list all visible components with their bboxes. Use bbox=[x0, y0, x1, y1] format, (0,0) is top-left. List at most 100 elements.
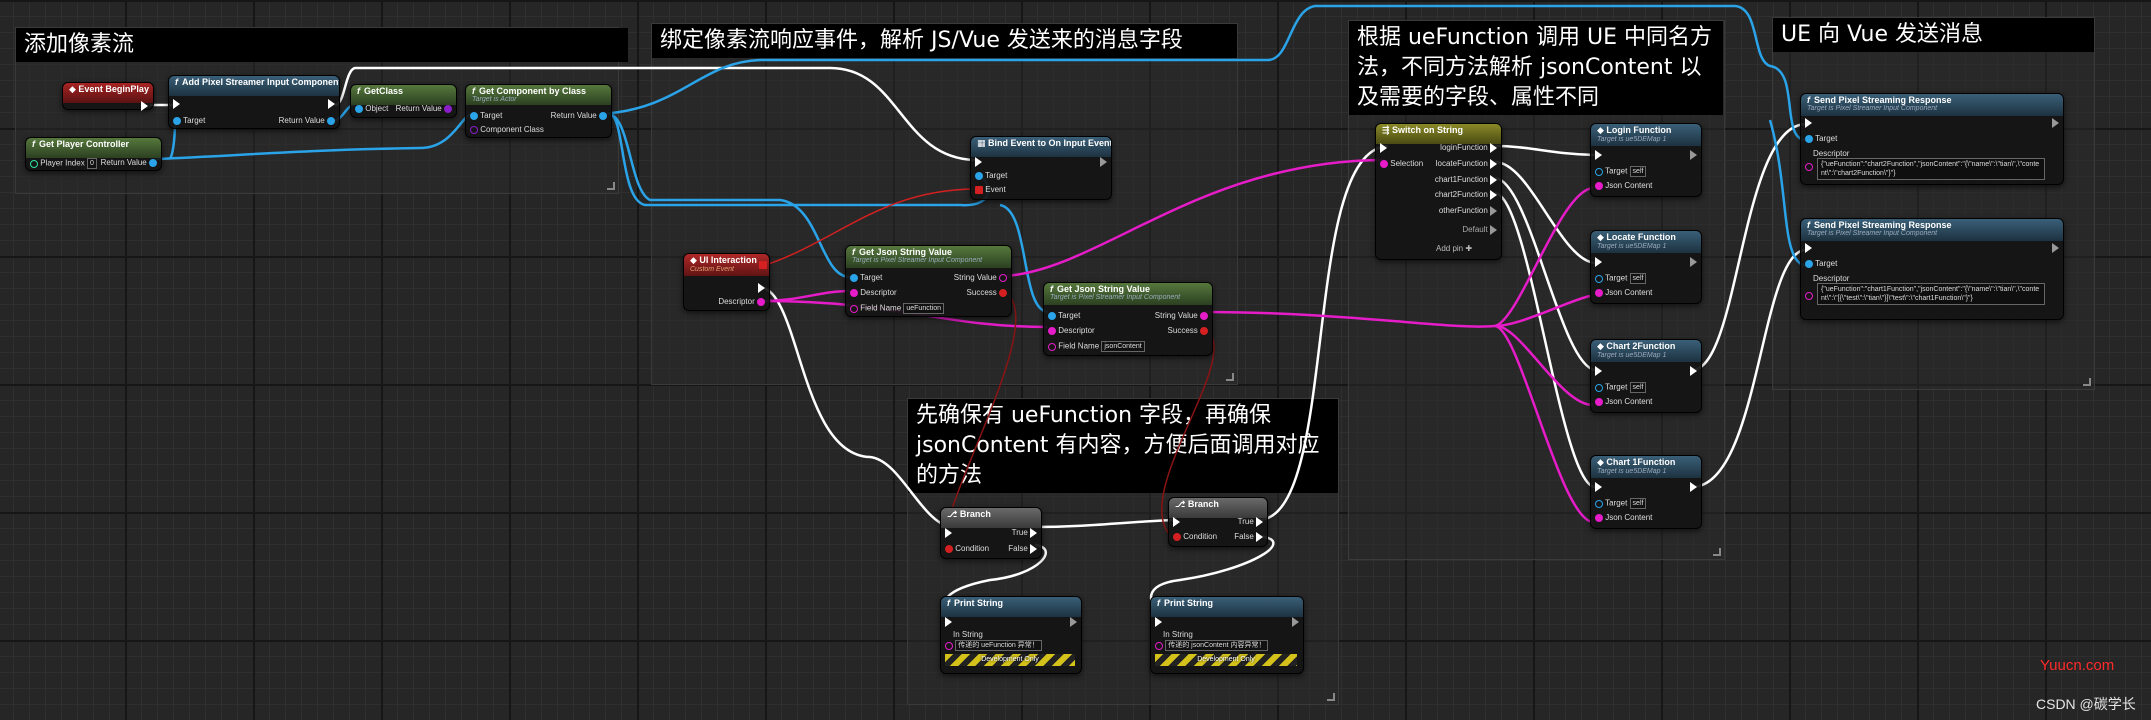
node-bind-event[interactable]: ▦ Bind Event to On Input Event Target Ev… bbox=[970, 136, 1112, 200]
selection-pin[interactable]: Selection bbox=[1380, 159, 1423, 169]
descriptor-pin[interactable] bbox=[1805, 162, 1813, 172]
other-function-pin[interactable]: otherFunction bbox=[1439, 206, 1497, 216]
node-login-function[interactable]: ◆ Login Function Target is ue5DEMap 1 Tar… bbox=[1590, 123, 1702, 197]
delegate-pin[interactable] bbox=[759, 260, 767, 270]
descriptor-pin[interactable]: Descriptor bbox=[850, 288, 897, 298]
object-pin[interactable]: Object bbox=[355, 104, 388, 114]
field-name-input[interactable]: jsonContent bbox=[1101, 341, 1145, 352]
exec-in-pin[interactable] bbox=[1805, 118, 1812, 128]
node-send-response-chart1[interactable]: f Send Pixel Streaming Response Target is … bbox=[1800, 218, 2064, 320]
false-pin[interactable]: False bbox=[1234, 532, 1263, 542]
node-get-component-by-class[interactable]: f Get Component by Class Target is Actor T… bbox=[465, 84, 612, 138]
target-pin[interactable]: Target bbox=[470, 111, 502, 121]
success-pin[interactable]: Success bbox=[1168, 326, 1208, 336]
exec-in-pin[interactable] bbox=[1595, 366, 1602, 376]
return-value-pin[interactable]: Return Value bbox=[101, 158, 157, 168]
node-chart1-function[interactable]: ◆ Chart 1Function Target is ue5DEMap 1 Ta… bbox=[1590, 455, 1702, 529]
node-locate-function[interactable]: ◆ Locate Function Target is ue5DEMap 1 Ta… bbox=[1590, 230, 1702, 304]
in-string-input[interactable]: 传递的 jsonContent 内容异常！ bbox=[1165, 640, 1269, 651]
target-pin[interactable]: Target self bbox=[1595, 498, 1647, 509]
exec-out-pin[interactable] bbox=[1690, 257, 1697, 267]
add-pin-button[interactable]: Add pin ✚ bbox=[1436, 244, 1472, 254]
in-string-pin[interactable]: 传递的 jsonContent 内容异常！ bbox=[1155, 640, 1269, 651]
exec-in-pin[interactable] bbox=[945, 528, 952, 538]
target-pin[interactable]: Target bbox=[1048, 311, 1080, 321]
exec-out-pin[interactable] bbox=[1292, 617, 1299, 627]
player-index-input[interactable]: 0 bbox=[86, 158, 97, 169]
node-get-player-controller[interactable]: f Get Player Controller Player Index 0 Re… bbox=[25, 137, 162, 171]
target-pin[interactable]: Target self bbox=[1595, 382, 1647, 393]
node-send-response-chart2[interactable]: f Send Pixel Streaming Response Target is … bbox=[1800, 93, 2064, 185]
false-pin[interactable]: False bbox=[1008, 544, 1037, 554]
node-get-json-jsoncontent[interactable]: f Get Json String Value Target is Pixel St… bbox=[1043, 282, 1213, 356]
return-value-pin[interactable]: Return Value bbox=[551, 111, 607, 121]
target-pin[interactable]: Target bbox=[1805, 134, 1837, 144]
condition-pin[interactable]: Condition bbox=[945, 544, 989, 554]
event-pin[interactable]: Event bbox=[975, 185, 1006, 195]
true-pin[interactable]: True bbox=[1012, 528, 1037, 538]
login-function-pin[interactable]: loginFunction bbox=[1440, 143, 1497, 153]
descriptor-input[interactable]: {"ueFunction":"chart2Function","jsonCont… bbox=[1817, 158, 2045, 180]
target-pin[interactable]: Target self bbox=[1595, 166, 1647, 177]
target-pin[interactable]: Target bbox=[850, 273, 882, 283]
node-print-string-2[interactable]: f Print String In String 传递的 jsonContent … bbox=[1150, 596, 1304, 674]
field-name-pin[interactable]: Field Name jsonContent bbox=[1048, 341, 1145, 352]
node-get-json-ufunction[interactable]: f Get Json String Value Target is Pixel St… bbox=[845, 245, 1012, 317]
exec-out-pin[interactable] bbox=[1690, 482, 1697, 492]
exec-out-pin[interactable] bbox=[1070, 617, 1077, 627]
true-pin[interactable]: True bbox=[1238, 517, 1263, 527]
target-pin[interactable]: Target bbox=[173, 116, 205, 126]
exec-in-pin[interactable] bbox=[1380, 143, 1387, 153]
exec-in-pin[interactable] bbox=[1155, 617, 1162, 627]
exec-in-pin[interactable] bbox=[173, 99, 180, 109]
json-content-pin[interactable]: Json Content bbox=[1595, 513, 1652, 523]
target-pin[interactable]: Target bbox=[975, 171, 1007, 181]
component-class-pin[interactable]: Component Class bbox=[470, 125, 544, 135]
node-branch-jsoncontent[interactable]: ⎇ Branch True Condition False bbox=[1168, 497, 1268, 547]
exec-out-pin[interactable] bbox=[758, 283, 765, 293]
string-value-pin[interactable]: String Value bbox=[954, 273, 1007, 283]
exec-out-pin[interactable] bbox=[1690, 366, 1697, 376]
exec-in-pin[interactable] bbox=[975, 157, 982, 167]
node-event-beginplay[interactable]: ◆ Event BeginPlay bbox=[62, 82, 154, 111]
target-pin[interactable]: Target self bbox=[1595, 273, 1647, 284]
json-content-pin[interactable]: Json Content bbox=[1595, 181, 1652, 191]
default-pin[interactable]: Default bbox=[1462, 225, 1497, 235]
descriptor-pin[interactable]: Descriptor bbox=[1048, 326, 1095, 336]
locate-function-pin[interactable]: locateFunction bbox=[1436, 159, 1497, 169]
node-add-pixel-streamer-input[interactable]: f Add Pixel Streamer Input Component Targ… bbox=[168, 75, 340, 129]
descriptor-input[interactable]: {"ueFunction":"chart1Function","jsonCont… bbox=[1817, 283, 2045, 305]
node-getclass[interactable]: f GetClass Object Return Value bbox=[350, 84, 457, 118]
in-string-pin[interactable]: 传递的 ueFunction 异常！ bbox=[945, 640, 1042, 651]
json-content-pin[interactable]: Json Content bbox=[1595, 288, 1652, 298]
node-chart2-function[interactable]: ◆ Chart 2Function Target is ue5DEMap 1 Ta… bbox=[1590, 339, 1702, 413]
exec-in-pin[interactable] bbox=[1805, 243, 1812, 253]
chart2-function-pin[interactable]: chart2Function bbox=[1435, 190, 1497, 200]
descriptor-pin[interactable] bbox=[1805, 291, 1813, 301]
player-index-pin[interactable]: Player Index 0 bbox=[30, 158, 97, 169]
return-value-pin[interactable]: Return Value bbox=[279, 116, 335, 126]
exec-out-pin[interactable] bbox=[1690, 150, 1697, 160]
exec-out-pin[interactable] bbox=[328, 99, 335, 109]
node-ui-interaction[interactable]: ◆ UI Interaction Custom Event Descriptor bbox=[683, 253, 770, 311]
field-name-pin[interactable]: Field Name ueFunction bbox=[850, 303, 945, 314]
exec-out-pin[interactable] bbox=[2052, 118, 2059, 128]
exec-in-pin[interactable] bbox=[1595, 150, 1602, 160]
target-pin[interactable]: Target bbox=[1805, 259, 1837, 269]
exec-in-pin[interactable] bbox=[1595, 482, 1602, 492]
condition-pin[interactable]: Condition bbox=[1173, 532, 1217, 542]
chart1-function-pin[interactable]: chart1Function bbox=[1435, 175, 1497, 185]
field-name-input[interactable]: ueFunction bbox=[903, 303, 945, 314]
in-string-input[interactable]: 传递的 ueFunction 异常！ bbox=[955, 640, 1042, 651]
node-print-string-1[interactable]: f Print String In String 传递的 ueFunction 异… bbox=[940, 596, 1082, 674]
node-branch-ufunction[interactable]: ⎇ Branch True Condition False bbox=[940, 507, 1042, 559]
descriptor-pin[interactable]: Descriptor bbox=[718, 297, 765, 307]
json-content-pin[interactable]: Json Content bbox=[1595, 397, 1652, 407]
exec-in-pin[interactable] bbox=[1173, 517, 1180, 527]
node-switch-on-string[interactable]: ⇶ Switch on String loginFunction Selecti… bbox=[1375, 123, 1502, 260]
return-value-pin[interactable]: Return Value bbox=[396, 104, 452, 114]
exec-out-pin[interactable] bbox=[141, 101, 148, 111]
exec-out-pin[interactable] bbox=[1100, 157, 1107, 167]
success-pin[interactable]: Success bbox=[967, 288, 1007, 298]
string-value-pin[interactable]: String Value bbox=[1155, 311, 1208, 321]
